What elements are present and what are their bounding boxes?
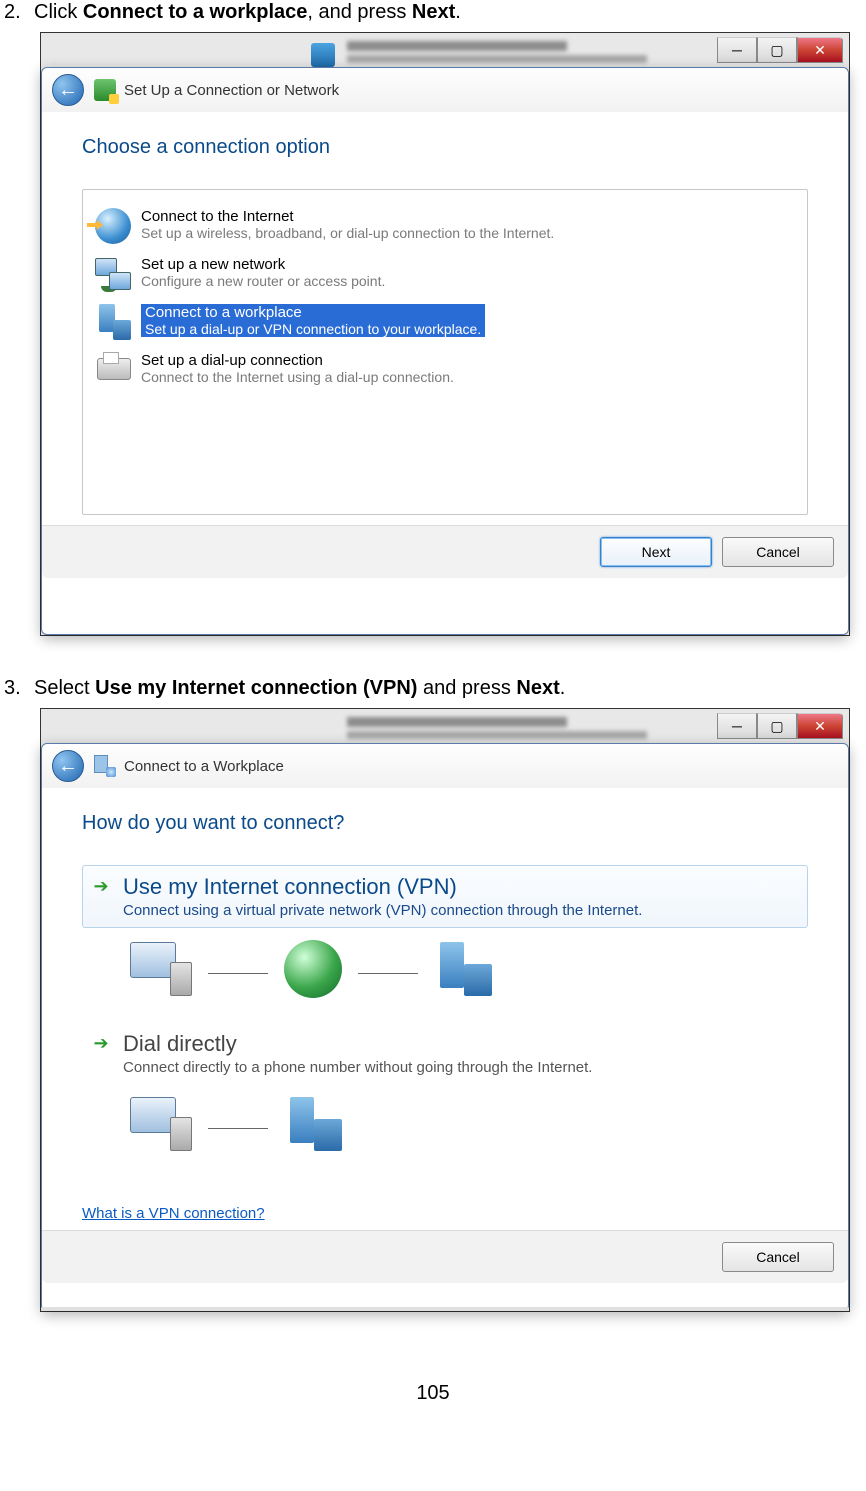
fax-icon bbox=[95, 352, 131, 388]
options-list: Connect to the Internet Set up a wireles… bbox=[82, 189, 808, 515]
option-dialup[interactable]: Set up a dial-up connection Connect to t… bbox=[91, 346, 799, 394]
option-setup-network[interactable]: Set up a new network Configure a new rou… bbox=[91, 250, 799, 298]
arrow-icon: ➔ bbox=[91, 876, 111, 896]
step-3-text: 3.Select Use my Internet connection (VPN… bbox=[0, 676, 866, 700]
minimize-button[interactable]: ─ bbox=[717, 713, 757, 739]
dialog-title: Set Up a Connection or Network bbox=[124, 82, 339, 99]
monitors-icon bbox=[95, 256, 131, 292]
screenshot-2: ─ ▢ ✕ ← Connect to a Workplace How do yo… bbox=[40, 708, 850, 1312]
dialog-body: How do you want to connect? ➔ Use my Int… bbox=[42, 788, 848, 1230]
arrow-icon: ➔ bbox=[91, 1033, 111, 1053]
computer-icon bbox=[130, 1097, 192, 1151]
bottom-strip bbox=[42, 1307, 848, 1311]
dialog-body: Choose a connection option Connect to th… bbox=[42, 112, 848, 525]
step-num: 3. bbox=[4, 676, 34, 700]
building-icon bbox=[284, 1097, 342, 1151]
connector-line bbox=[208, 973, 268, 974]
maximize-button[interactable]: ▢ bbox=[757, 713, 797, 739]
connector-line bbox=[358, 973, 418, 974]
wizard-dialog-2: ← Connect to a Workplace How do you want… bbox=[41, 743, 849, 1311]
screenshot-1: ─ ▢ ✕ ← Set Up a Connection or Network C… bbox=[40, 32, 850, 636]
dial-diagram bbox=[82, 1085, 808, 1175]
option-use-vpn[interactable]: ➔ Use my Internet connection (VPN) Conne… bbox=[82, 865, 808, 928]
dialog-footer: Next Cancel bbox=[42, 525, 848, 578]
building-icon bbox=[434, 942, 492, 996]
option-connect-internet[interactable]: Connect to the Internet Set up a wireles… bbox=[91, 202, 799, 250]
back-button[interactable]: ← bbox=[52, 750, 84, 782]
minimize-button[interactable]: ─ bbox=[717, 37, 757, 63]
window-controls: ─ ▢ ✕ bbox=[717, 37, 843, 63]
workplace-icon bbox=[94, 755, 116, 777]
help-link-vpn[interactable]: What is a VPN connection? bbox=[82, 1205, 265, 1222]
step-num: 2. bbox=[4, 0, 34, 24]
cancel-button[interactable]: Cancel bbox=[722, 537, 834, 567]
dialog-heading: Choose a connection option bbox=[82, 136, 808, 159]
vpn-diagram bbox=[82, 928, 808, 1022]
computer-icon bbox=[130, 942, 192, 996]
network-wizard-icon bbox=[94, 79, 116, 101]
dialog-header: ← Connect to a Workplace bbox=[42, 744, 848, 788]
building-icon bbox=[95, 304, 131, 340]
connector-line bbox=[208, 1128, 268, 1129]
page-number: 105 bbox=[0, 1382, 866, 1405]
close-button[interactable]: ✕ bbox=[797, 713, 843, 739]
globe-icon bbox=[284, 940, 342, 998]
back-button[interactable]: ← bbox=[52, 74, 84, 106]
maximize-button[interactable]: ▢ bbox=[757, 37, 797, 63]
option-dial-directly[interactable]: ➔ Dial directly Connect directly to a ph… bbox=[82, 1022, 808, 1085]
window-controls: ─ ▢ ✕ bbox=[717, 713, 843, 739]
close-button[interactable]: ✕ bbox=[797, 37, 843, 63]
dialog-heading: How do you want to connect? bbox=[82, 812, 808, 835]
dialog-header: ← Set Up a Connection or Network bbox=[42, 68, 848, 112]
bg-app-icon bbox=[311, 43, 335, 67]
next-button[interactable]: Next bbox=[600, 537, 712, 567]
option-connect-workplace[interactable]: Connect to a workplace Set up a dial-up … bbox=[91, 298, 799, 346]
step-2-text: 2.Click Connect to a workplace, and pres… bbox=[0, 0, 866, 24]
globe-icon bbox=[95, 208, 131, 244]
cancel-button[interactable]: Cancel bbox=[722, 1242, 834, 1272]
dialog-title: Connect to a Workplace bbox=[124, 758, 284, 775]
dialog-footer: Cancel bbox=[42, 1230, 848, 1283]
wizard-dialog-1: ← Set Up a Connection or Network Choose … bbox=[41, 67, 849, 635]
